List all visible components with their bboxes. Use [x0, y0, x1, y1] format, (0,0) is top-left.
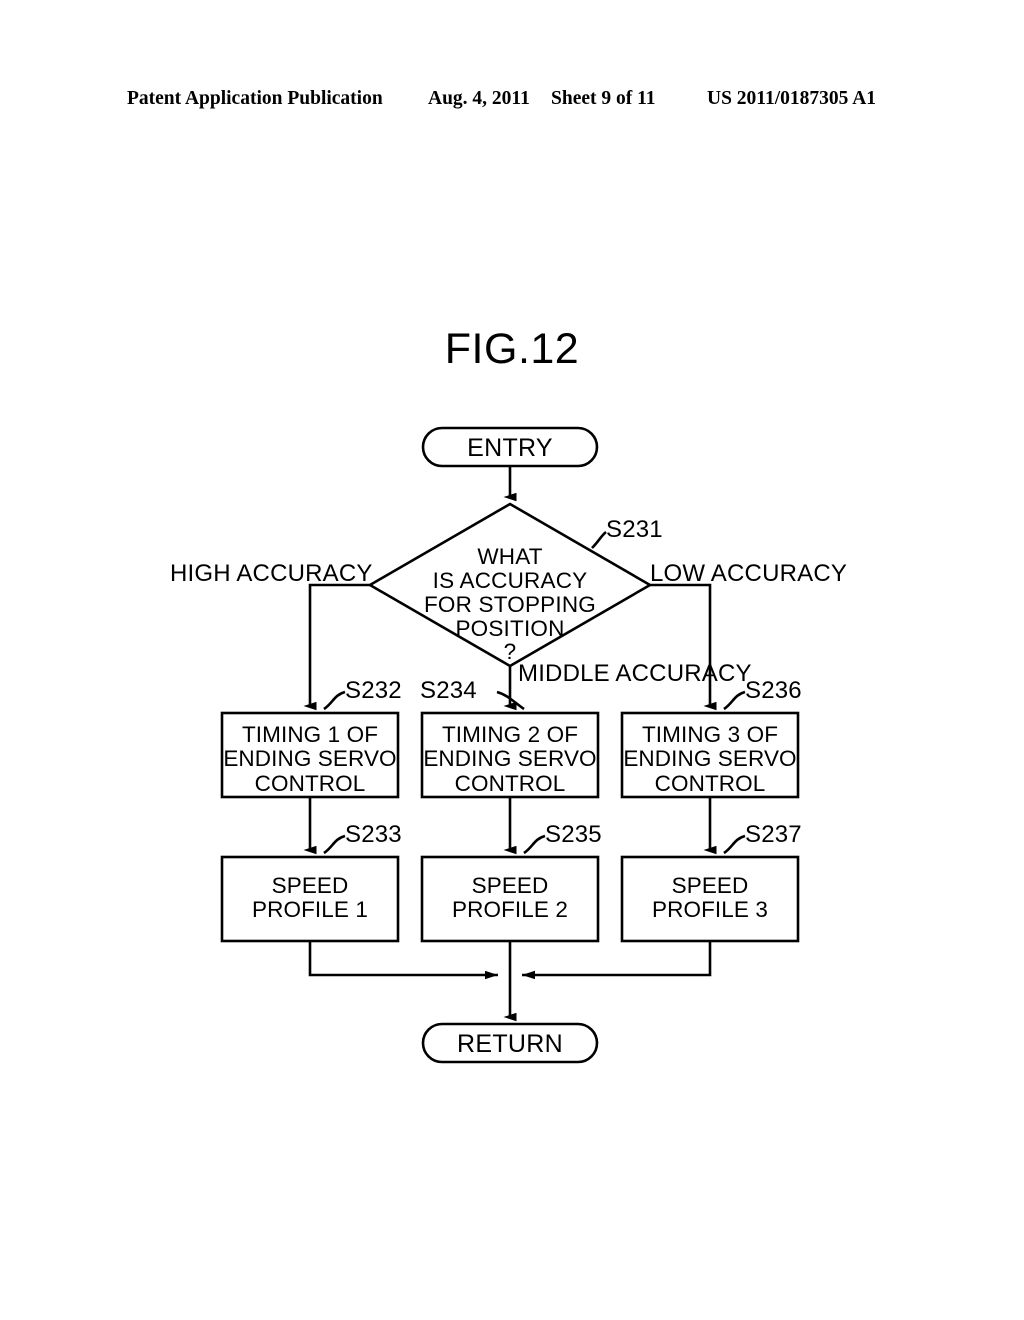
branch-label-middle-accuracy: MIDDLE ACCURACY	[518, 660, 752, 687]
edge-profile3-to-merge	[522, 941, 712, 980]
flowchart-diagram: ENTRY WHAT IS ACCURACY FOR STOPPING POSI…	[0, 0, 1024, 1320]
branch-label-high-accuracy: HIGH ACCURACY	[170, 560, 373, 587]
timing-box-2-label: TIMING 2 OF ENDING SERVO CONTROL	[423, 722, 597, 796]
leader-s237	[723, 834, 746, 855]
timing-box-1-label: TIMING 1 OF ENDING SERVO CONTROL	[223, 722, 397, 796]
return-terminal-label: RETURN	[457, 1030, 563, 1058]
leader-s236	[723, 690, 746, 711]
profile-box-3-label: SPEED PROFILE 3	[652, 873, 768, 923]
timing-box-3-label: TIMING 3 OF ENDING SERVO CONTROL	[623, 722, 797, 796]
leader-s235	[523, 834, 546, 855]
entry-terminal-label: ENTRY	[467, 434, 553, 462]
leader-s232	[323, 690, 346, 711]
edge-profile1-to-merge	[308, 941, 498, 980]
branch-label-low-accuracy: LOW ACCURACY	[650, 560, 848, 587]
decision-label: WHAT IS ACCURACY FOR STOPPING POSITION ?	[423, 544, 596, 665]
step-ref-s237: S237	[745, 821, 802, 848]
profile-box-2-label: SPEED PROFILE 2	[452, 873, 568, 923]
leader-s233	[323, 834, 346, 855]
step-ref-s231: S231	[606, 516, 663, 543]
step-ref-s234: S234	[420, 677, 477, 704]
step-ref-s236: S236	[745, 677, 802, 704]
step-ref-s235: S235	[545, 821, 602, 848]
profile-box-1-label: SPEED PROFILE 1	[252, 873, 368, 923]
step-ref-s233: S233	[345, 821, 402, 848]
